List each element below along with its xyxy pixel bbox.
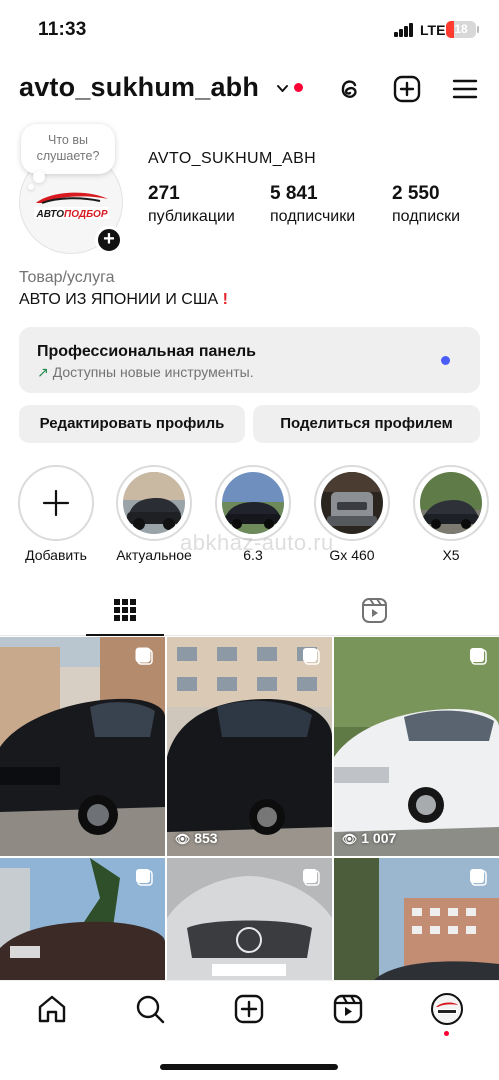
share-profile-button[interactable]: Поделиться профилем bbox=[253, 405, 480, 443]
stat-followers[interactable]: 5 841 подписчики bbox=[270, 183, 355, 226]
post-image bbox=[0, 637, 165, 856]
stat-label: публикации bbox=[148, 208, 235, 225]
highlight-cover-image bbox=[222, 472, 284, 534]
multiple-images-icon bbox=[470, 869, 487, 886]
avtopodbor-logo: АВТОПОДБОР bbox=[34, 192, 110, 220]
post-thumbnail[interactable] bbox=[334, 858, 499, 980]
stat-label: подписки bbox=[392, 208, 461, 225]
profile-avatar-nav[interactable] bbox=[431, 993, 463, 1025]
note-bubble-tail-small bbox=[28, 184, 34, 190]
post-thumbnail[interactable] bbox=[0, 637, 165, 856]
view-count: 👁 853 bbox=[175, 830, 218, 846]
highlight-add[interactable]: Добавить bbox=[17, 465, 95, 563]
highlight-x5[interactable]: X5 bbox=[412, 465, 490, 563]
search-icon[interactable] bbox=[134, 993, 166, 1025]
highlight-cover-image bbox=[123, 472, 185, 534]
avtopodbor-logo-small bbox=[436, 1002, 458, 1014]
chevron-down-icon[interactable] bbox=[276, 82, 289, 95]
post-image bbox=[334, 637, 499, 856]
edit-profile-button[interactable]: Редактировать профиль bbox=[19, 405, 245, 443]
plus-icon bbox=[42, 489, 70, 517]
network-type: LTE bbox=[420, 22, 446, 38]
svg-text:АВТОПОДБОР: АВТОПОДБОР bbox=[35, 209, 107, 220]
note-bubble[interactable]: Что вы слушаете? bbox=[21, 124, 115, 174]
highlight-cover-image bbox=[420, 472, 482, 534]
profile-tabs bbox=[0, 588, 499, 636]
notification-dot bbox=[444, 1031, 449, 1036]
view-count-value: 853 bbox=[194, 830, 218, 846]
highlight-cover-image bbox=[321, 472, 383, 534]
highlight-label: X5 bbox=[442, 547, 460, 563]
eye-icon: 👁 bbox=[342, 832, 358, 846]
stat-label: подписчики bbox=[270, 208, 356, 225]
professional-dashboard[interactable]: Профессиональная панель ↗ Доступны новые … bbox=[19, 327, 480, 393]
create-icon[interactable] bbox=[233, 993, 265, 1025]
note-bubble-tail bbox=[33, 171, 45, 183]
display-name: AVTO_SUKHUM_ABH bbox=[148, 150, 317, 167]
post-image bbox=[167, 637, 332, 856]
watermark: abkhaz-auto.ru bbox=[180, 530, 334, 555]
pro-panel-subtitle-text: Доступны новые инструменты. bbox=[52, 364, 254, 380]
reels-icon[interactable] bbox=[332, 993, 364, 1025]
home-indicator[interactable] bbox=[160, 1064, 338, 1070]
grid-icon bbox=[114, 599, 136, 621]
signal-icon bbox=[394, 23, 416, 37]
highlight-label: Добавить bbox=[25, 547, 87, 563]
exclamation-emoji: ! bbox=[222, 291, 228, 308]
stat-posts[interactable]: 271 публикации bbox=[148, 183, 235, 226]
post-thumbnail[interactable] bbox=[0, 858, 165, 980]
status-bar: 11:33 LTE 18 bbox=[0, 0, 499, 60]
multiple-images-icon bbox=[303, 869, 320, 886]
status-time: 11:33 bbox=[38, 19, 87, 40]
bio-text: АВТО ИЗ ЯПОНИИ И США bbox=[19, 291, 219, 308]
menu-icon[interactable] bbox=[450, 74, 480, 104]
tab-reels[interactable] bbox=[335, 588, 413, 636]
notification-dot bbox=[294, 83, 303, 92]
multiple-images-icon bbox=[303, 648, 320, 665]
reels-icon bbox=[362, 598, 387, 623]
trend-arrow-icon: ↗ bbox=[37, 364, 49, 380]
battery-cap bbox=[477, 26, 479, 33]
tab-posts-grid[interactable] bbox=[86, 588, 164, 636]
multiple-images-icon bbox=[135, 647, 153, 665]
stat-value: 5 841 bbox=[270, 183, 318, 204]
battery-icon: 18 bbox=[446, 21, 476, 38]
new-indicator-dot bbox=[441, 356, 450, 365]
view-count-value: 1 007 bbox=[361, 830, 397, 846]
home-icon[interactable] bbox=[36, 993, 68, 1025]
multiple-images-icon bbox=[136, 869, 153, 886]
create-post-icon[interactable] bbox=[392, 74, 422, 104]
battery-level: 18 bbox=[454, 22, 468, 36]
multiple-images-icon bbox=[470, 648, 487, 665]
stat-value: 271 bbox=[148, 183, 180, 204]
add-story-button[interactable]: + bbox=[95, 226, 123, 254]
eye-icon: 👁 bbox=[175, 832, 191, 846]
post-thumbnail[interactable]: 👁 1 007 bbox=[334, 637, 499, 856]
stat-following[interactable]: 2 550 подписки bbox=[392, 183, 460, 226]
post-thumbnail[interactable]: 👁 853 bbox=[167, 637, 332, 856]
post-thumbnail[interactable] bbox=[167, 858, 332, 980]
username[interactable]: avto_sukhum_abh bbox=[19, 72, 259, 103]
profile-category: Товар/услуга bbox=[19, 269, 115, 286]
highlight-ring bbox=[413, 465, 489, 541]
stat-value: 2 550 bbox=[392, 183, 440, 204]
threads-icon[interactable] bbox=[334, 74, 364, 104]
view-count: 👁 1 007 bbox=[342, 830, 396, 846]
highlight-ring bbox=[18, 465, 94, 541]
pro-panel-title: Профессиональная панель bbox=[37, 343, 256, 360]
profile-bio: АВТО ИЗ ЯПОНИИ И США ! bbox=[19, 291, 228, 309]
pro-panel-subtitle: ↗ Доступны новые инструменты. bbox=[37, 364, 254, 381]
profile-header: avto_sukhum_abh bbox=[0, 68, 499, 112]
